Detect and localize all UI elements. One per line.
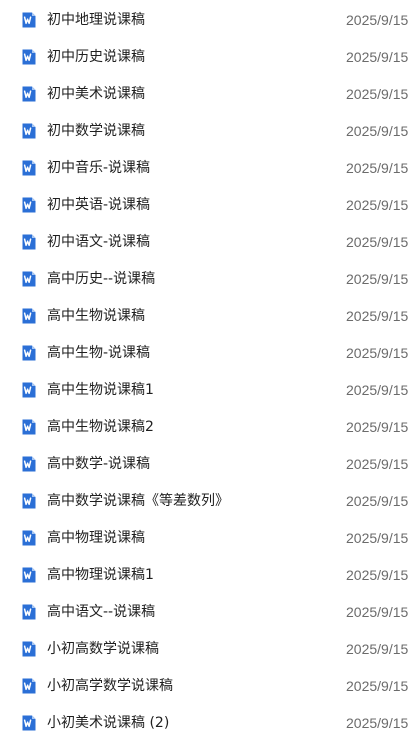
file-row[interactable]: 高中生物说课稿 2025/9/15 xyxy=(0,296,420,333)
file-row[interactable]: 高中生物说课稿1 2025/9/15 xyxy=(0,370,420,407)
file-name: 初中数学说课稿 xyxy=(47,123,145,139)
word-document-icon xyxy=(21,419,37,435)
word-document-icon xyxy=(21,308,37,324)
file-modified-date: 2025/9/15 xyxy=(346,271,409,287)
file-name: 高中物理说课稿 xyxy=(47,530,145,546)
file-row[interactable]: 高中历史--说课稿 2025/9/15 xyxy=(0,259,420,296)
file-row[interactable]: 高中物理说课稿 2025/9/15 xyxy=(0,518,420,555)
file-row[interactable]: 初中数学说课稿 2025/9/15 xyxy=(0,111,420,148)
file-modified-date: 2025/9/15 xyxy=(346,493,409,509)
word-document-icon xyxy=(21,271,37,287)
file-name: 小初高学数学说课稿 xyxy=(47,678,173,694)
word-document-icon xyxy=(21,345,37,361)
file-modified-date: 2025/9/15 xyxy=(346,86,409,102)
file-name: 高中生物说课稿 xyxy=(47,308,145,324)
file-modified-date: 2025/9/15 xyxy=(346,456,409,472)
word-document-icon xyxy=(21,12,37,28)
file-modified-date: 2025/9/15 xyxy=(346,567,409,583)
file-name: 初中地理说课稿 xyxy=(47,12,145,28)
file-name: 初中历史说课稿 xyxy=(47,49,145,65)
file-row[interactable]: 初中英语-说课稿 2025/9/15 xyxy=(0,185,420,222)
file-row[interactable]: 小初高学数学说课稿 2025/9/15 xyxy=(0,666,420,703)
file-modified-date: 2025/9/15 xyxy=(346,604,409,620)
file-modified-date: 2025/9/15 xyxy=(346,382,409,398)
file-modified-date: 2025/9/15 xyxy=(346,715,409,731)
file-row[interactable]: 小初高数学说课稿 2025/9/15 xyxy=(0,629,420,666)
word-document-icon xyxy=(21,493,37,509)
word-document-icon xyxy=(21,234,37,250)
file-modified-date: 2025/9/15 xyxy=(346,197,409,213)
word-document-icon xyxy=(21,160,37,176)
word-document-icon xyxy=(21,49,37,65)
file-row[interactable]: 高中语文--说课稿 2025/9/15 xyxy=(0,592,420,629)
file-row[interactable]: 初中历史说课稿 2025/9/15 xyxy=(0,37,420,74)
file-name: 小初高数学说课稿 xyxy=(47,641,159,657)
file-row[interactable]: 高中生物-说课稿 2025/9/15 xyxy=(0,333,420,370)
word-document-icon xyxy=(21,567,37,583)
file-row[interactable]: 初中语文-说课稿 2025/9/15 xyxy=(0,222,420,259)
file-modified-date: 2025/9/15 xyxy=(346,641,409,657)
file-name: 高中物理说课稿1 xyxy=(47,567,154,583)
file-list: 初中地理说课稿 2025/9/15 初中历史说课稿 2025/9/15 初中美术说课稿 2… xyxy=(0,0,420,743)
file-modified-date: 2025/9/15 xyxy=(346,419,409,435)
file-modified-date: 2025/9/15 xyxy=(346,530,409,546)
file-modified-date: 2025/9/15 xyxy=(346,12,409,28)
word-document-icon xyxy=(21,123,37,139)
word-document-icon xyxy=(21,86,37,102)
file-name: 初中音乐-说课稿 xyxy=(47,160,151,176)
file-row[interactable]: 高中物理说课稿1 2025/9/15 xyxy=(0,555,420,592)
file-modified-date: 2025/9/15 xyxy=(346,308,409,324)
file-row[interactable]: 高中生物说课稿2 2025/9/15 xyxy=(0,407,420,444)
file-modified-date: 2025/9/15 xyxy=(346,345,409,361)
file-modified-date: 2025/9/15 xyxy=(346,49,409,65)
file-name: 高中生物说课稿1 xyxy=(47,382,154,398)
file-name: 高中数学-说课稿 xyxy=(47,456,151,472)
word-document-icon xyxy=(21,678,37,694)
word-document-icon xyxy=(21,715,37,731)
word-document-icon xyxy=(21,604,37,620)
word-document-icon xyxy=(21,197,37,213)
file-name: 高中数学说课稿《等差数列》 xyxy=(47,493,229,509)
file-row[interactable]: 高中数学-说课稿 2025/9/15 xyxy=(0,444,420,481)
file-name: 高中生物-说课稿 xyxy=(47,345,151,361)
file-modified-date: 2025/9/15 xyxy=(346,160,409,176)
file-name: 高中语文--说课稿 xyxy=(47,604,156,620)
file-row[interactable]: 初中地理说课稿 2025/9/15 xyxy=(0,0,420,37)
file-name: 初中美术说课稿 xyxy=(47,86,145,102)
file-name: 初中语文-说课稿 xyxy=(47,234,151,250)
file-row[interactable]: 小初美术说课稿 (2) 2025/9/15 xyxy=(0,703,420,740)
file-row[interactable]: 初中美术说课稿 2025/9/15 xyxy=(0,74,420,111)
file-modified-date: 2025/9/15 xyxy=(346,234,409,250)
word-document-icon xyxy=(21,641,37,657)
word-document-icon xyxy=(21,456,37,472)
file-row[interactable]: 高中数学说课稿《等差数列》 2025/9/15 xyxy=(0,481,420,518)
file-row[interactable]: 初中音乐-说课稿 2025/9/15 xyxy=(0,148,420,185)
file-modified-date: 2025/9/15 xyxy=(346,678,409,694)
file-modified-date: 2025/9/15 xyxy=(346,123,409,139)
word-document-icon xyxy=(21,382,37,398)
file-name: 初中英语-说课稿 xyxy=(47,197,151,213)
file-name: 小初美术说课稿 (2) xyxy=(47,715,170,731)
file-name: 高中历史--说课稿 xyxy=(47,271,156,287)
word-document-icon xyxy=(21,530,37,546)
file-name: 高中生物说课稿2 xyxy=(47,419,154,435)
